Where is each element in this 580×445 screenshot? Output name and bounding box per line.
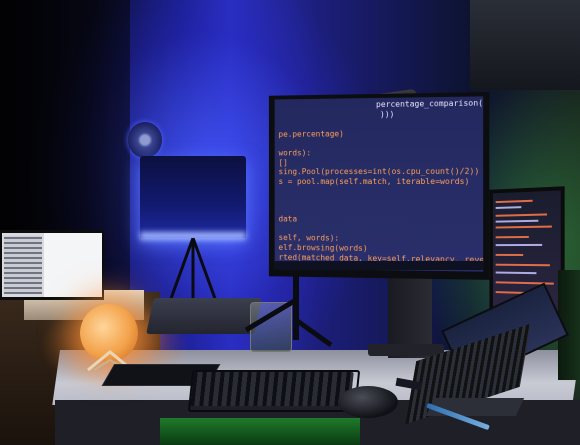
mouse-icon xyxy=(338,386,398,418)
green-led-strip xyxy=(160,418,360,445)
monitor-arm xyxy=(244,270,333,348)
code-line: s = pool.map(self.match, iterable=words) xyxy=(278,176,470,186)
desk-setup-photo: percentage_comparison())) pe.percentage) w… xyxy=(0,0,580,445)
window-reflection xyxy=(470,0,580,90)
table-lamp-icon xyxy=(140,156,246,238)
main-monitor-screen: percentage_comparison())) pe.percentage) w… xyxy=(274,96,484,272)
monitor-taskbar xyxy=(274,260,484,271)
code-line: [] xyxy=(278,158,288,167)
code-line: ))) xyxy=(379,109,395,119)
keyboard-icon xyxy=(190,372,354,406)
code-line: data xyxy=(278,214,298,224)
code-line: words): xyxy=(278,148,311,158)
left-screen-content xyxy=(4,236,42,294)
monitor-stand-base xyxy=(368,344,444,356)
wall-clock-icon xyxy=(128,122,162,158)
code-line: percentage_comparison( xyxy=(376,98,484,110)
lamp-tripod xyxy=(167,238,219,304)
code-line: pe.percentage) xyxy=(278,129,344,139)
